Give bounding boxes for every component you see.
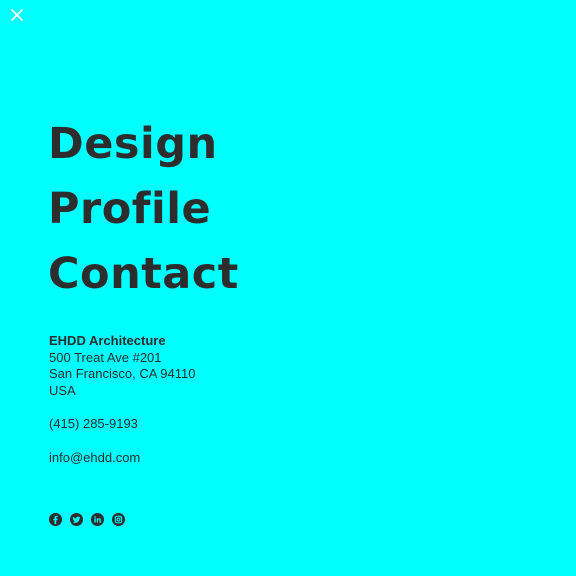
address-country: USA <box>49 382 76 398</box>
firm-name: EHDD Architecture <box>49 333 166 348</box>
linkedin-icon <box>94 516 101 523</box>
social-links <box>49 513 125 526</box>
twitter-link[interactable] <box>70 513 83 526</box>
address-line-2: San Francisco, CA 94110 <box>49 366 196 382</box>
facebook-link[interactable] <box>49 513 62 526</box>
contact-info: EHDD Architecture 500 Treat Ave #201 San… <box>49 333 195 467</box>
phone-link[interactable]: (415) 285-9193 <box>49 416 195 433</box>
close-icon <box>11 9 23 21</box>
facebook-icon <box>53 515 58 524</box>
instagram-icon <box>114 515 123 524</box>
menu-item-profile[interactable]: Profile <box>48 177 239 242</box>
twitter-icon <box>72 516 81 523</box>
menu-item-contact[interactable]: Contact <box>48 242 239 307</box>
instagram-link[interactable] <box>112 513 125 526</box>
menu-item-design[interactable]: Design <box>48 112 239 177</box>
email-link[interactable]: info@ehdd.com <box>49 450 195 467</box>
linkedin-link[interactable] <box>91 513 104 526</box>
close-button[interactable] <box>8 6 26 24</box>
address-line-1: 500 Treat Ave #201 <box>49 349 162 365</box>
main-menu: Design Profile Contact <box>48 112 239 307</box>
